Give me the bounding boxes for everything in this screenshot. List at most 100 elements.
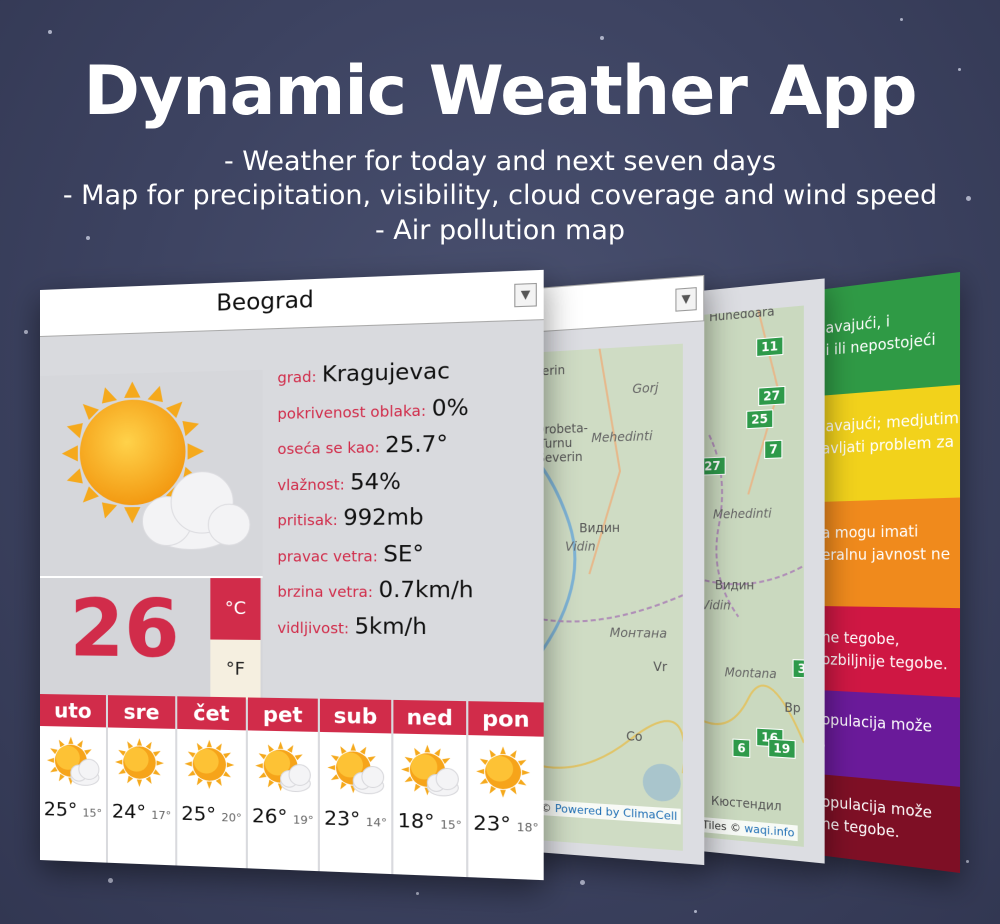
aqi-band-unhealthy: ne tegobe, ozbiljnije tegobe.	[818, 606, 960, 697]
forecast-icon-wrap	[177, 729, 246, 805]
forecast-temps: 25° 20°	[177, 802, 246, 827]
aqi-marker[interactable]: 7	[764, 440, 783, 459]
aqi-band-good: javajući, i li ili nepostojeći	[818, 272, 960, 396]
hero-title: Dynamic Weather App	[0, 52, 1000, 131]
detail-feels-like: oseća se kao: 25.7°	[277, 429, 540, 470]
celsius-toggle[interactable]: °C	[210, 578, 260, 640]
map-label: Vidin	[565, 539, 595, 553]
map-label: Vidin	[701, 598, 730, 612]
partly-cloudy-icon	[251, 737, 315, 801]
weather-details: grad: Kragujevac pokrivenost oblaka: 0% …	[277, 356, 540, 651]
air-quality-map-card: Hunedoara Mehedinti Видин Vidin Montana …	[690, 278, 825, 863]
star	[580, 880, 585, 885]
map-label: Монтана	[610, 625, 667, 640]
star	[900, 18, 903, 21]
aqi-legend-card: javajući, i li ili nepostojeći javajući; …	[818, 272, 960, 873]
map-label: Вр	[784, 700, 800, 715]
star	[966, 860, 969, 863]
aqi-band-sensitive: a mogu imati eralnu javnost ne	[818, 498, 960, 609]
map-label: Co	[626, 729, 642, 744]
aqi-marker[interactable]: 19	[768, 739, 795, 759]
aqi-marker[interactable]: 25	[746, 409, 773, 429]
map-label: Montana	[725, 665, 777, 681]
forecast-low: 19°	[293, 813, 314, 827]
star	[48, 30, 52, 34]
detail-pressure: pritisak: 992mb	[277, 503, 540, 541]
forecast-temps: 26° 19°	[248, 805, 318, 830]
forecast-icon-wrap	[40, 726, 106, 800]
star	[600, 36, 604, 40]
aqi-marker[interactable]: 3	[793, 659, 804, 678]
forecast-day-name: sub	[320, 699, 391, 734]
sun-icon	[180, 735, 242, 798]
detail-humidity: vlažnost: 54%	[277, 466, 540, 505]
forecast-low: 17°	[151, 809, 171, 823]
partly-cloudy-icon	[40, 370, 263, 576]
weather-card: Beograd ▼ 26 °C °F grad: Kragujevac pokr…	[40, 270, 544, 880]
aqi-marker[interactable]: 6	[732, 739, 750, 758]
feature-line: - Weather for today and next seven days	[0, 146, 1000, 177]
forecast-icon-wrap	[248, 730, 318, 806]
map-borders	[690, 306, 804, 847]
forecast-temps: 23° 14°	[320, 807, 391, 832]
detail-wind-speed: brzina vetra: 0.7km/h	[277, 577, 540, 614]
map-label: Gorj	[632, 381, 658, 397]
forecast-high: 25°	[44, 798, 78, 821]
detail-visibility: vidljivost: 5km/h	[277, 613, 540, 651]
map-label: Видин	[715, 578, 754, 592]
current-temperature-box: 26 °C °F	[40, 576, 263, 700]
air-quality-map[interactable]: Hunedoara Mehedinti Видин Vidin Montana …	[690, 306, 804, 847]
sun-icon	[472, 742, 539, 808]
forecast-icon-wrap	[393, 734, 466, 812]
forecast-day: čet 25° 20°	[177, 696, 246, 868]
aqi-band-hazardous: opulacija može ne tegobe.	[818, 774, 960, 873]
sun-icon	[111, 734, 172, 796]
current-temperature: 26	[40, 584, 210, 676]
forecast-icon-wrap	[468, 735, 543, 814]
forecast-high: 25°	[181, 802, 216, 826]
forecast-low: 14°	[366, 816, 387, 830]
chevron-down-icon[interactable]: ▼	[514, 283, 537, 307]
chevron-down-icon[interactable]: ▼	[675, 287, 696, 312]
forecast-icon-wrap	[320, 732, 391, 809]
detail-city: grad: Kragujevac	[277, 356, 540, 399]
forecast-low: 18°	[517, 820, 539, 835]
partly-cloudy-icon	[43, 732, 103, 794]
forecast-day-name: ned	[393, 700, 466, 735]
forecast-low: 15°	[82, 806, 102, 820]
forecast-day: ned 18° 15°	[393, 700, 466, 877]
forecast-day: pon 23° 18°	[468, 701, 543, 880]
aqi-marker[interactable]: 27	[758, 386, 785, 406]
feature-line: - Air pollution map	[0, 215, 1000, 246]
star	[694, 910, 697, 913]
aqi-band-very-unhealthy: opulacija može.	[818, 690, 960, 787]
forecast-temps: 25° 15°	[40, 798, 106, 822]
map-label: Видин	[579, 521, 620, 536]
forecast-day: pet 26° 19°	[248, 697, 318, 871]
forecast-day: uto 25° 15°	[40, 694, 106, 863]
forecast-icon-wrap	[108, 727, 175, 802]
aqi-marker[interactable]: 11	[756, 336, 783, 357]
forecast-temps: 23° 18°	[468, 811, 543, 837]
forecast-day: sub 23° 14°	[320, 699, 391, 874]
forecast-high: 26°	[252, 805, 288, 829]
forecast-low: 20°	[221, 811, 241, 825]
forecast-day-name: pet	[248, 697, 318, 731]
partly-cloudy-icon	[397, 740, 463, 805]
forecast-day-name: uto	[40, 694, 106, 727]
city-select-value: Beograd	[40, 280, 504, 323]
forecast-temps: 18° 15°	[393, 809, 466, 835]
aqi-band-moderate: javajući; medjutim, avljati problem za	[818, 385, 960, 502]
map-label: Mehedinti	[591, 429, 652, 446]
detail-wind-direction: pravac vetra: SE°	[277, 540, 540, 577]
star	[416, 892, 419, 895]
city-select[interactable]: Beograd ▼	[40, 270, 544, 337]
forecast-day-name: pon	[468, 701, 543, 737]
map-label: Turnu	[539, 436, 572, 451]
forecast-high: 18°	[398, 809, 435, 833]
fahrenheit-toggle[interactable]: °F	[210, 640, 260, 700]
forecast-temps: 24° 17°	[108, 800, 175, 825]
forecast-low: 15°	[440, 818, 462, 832]
map-label: Severin	[537, 450, 582, 466]
forecast-day-name: čet	[177, 696, 246, 730]
